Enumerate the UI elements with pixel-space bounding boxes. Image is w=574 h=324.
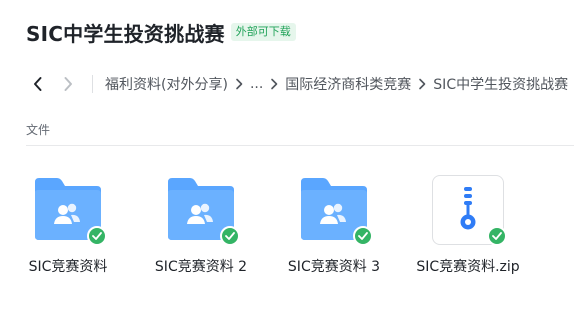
breadcrumb-item[interactable]: 国际经济商科类竞赛 [285, 74, 411, 94]
back-button[interactable] [26, 72, 50, 96]
breadcrumb-ellipsis[interactable]: ... [250, 76, 263, 92]
chevron-right-icon [64, 77, 72, 91]
breadcrumb-item[interactable]: 福利资料(对外分享) [105, 74, 228, 94]
file-name: SIC竞赛资料 [28, 259, 108, 275]
forward-button[interactable] [56, 72, 80, 96]
breadcrumb-separator-icon [228, 76, 250, 92]
file-thumbnail [31, 170, 107, 246]
breadcrumb-separator-icon [263, 76, 285, 92]
synced-check-icon [87, 226, 107, 246]
page-header: SIC中学生投资挑战赛 外部可下载 [26, 18, 296, 46]
chevron-left-icon [34, 77, 42, 91]
file-item[interactable]: SIC竞赛资料 2 [135, 170, 267, 278]
file-thumbnail [431, 170, 507, 246]
breadcrumb-separator-icon [411, 76, 433, 92]
file-thumbnail [297, 170, 373, 246]
section-label: 文件 [26, 123, 51, 137]
file-item[interactable]: SIC竞赛资料.zip [402, 170, 534, 278]
file-thumbnail [164, 170, 240, 246]
breadcrumb-current[interactable]: SIC中学生投资挑战赛 [433, 74, 568, 94]
synced-check-icon [487, 226, 507, 246]
file-item[interactable]: SIC竞赛资料 [2, 170, 134, 278]
synced-check-icon [353, 226, 373, 246]
nav-divider [92, 75, 93, 93]
file-name: SIC竞赛资料 3 [287, 259, 381, 275]
file-name: SIC竞赛资料 2 [154, 259, 248, 275]
zip-file-icon [460, 187, 476, 230]
download-badge: 外部可下载 [230, 23, 296, 41]
page-title: SIC中学生投资挑战赛 [26, 21, 225, 46]
section-divider [26, 145, 574, 146]
breadcrumb-bar: 福利资料(对外分享) ... 国际经济商科类竞赛 SIC中学生投资挑战赛 [26, 70, 574, 98]
file-name: SIC竞赛资料.zip [416, 259, 520, 275]
synced-check-icon [220, 226, 240, 246]
file-item[interactable]: SIC竞赛资料 3 [268, 170, 400, 278]
